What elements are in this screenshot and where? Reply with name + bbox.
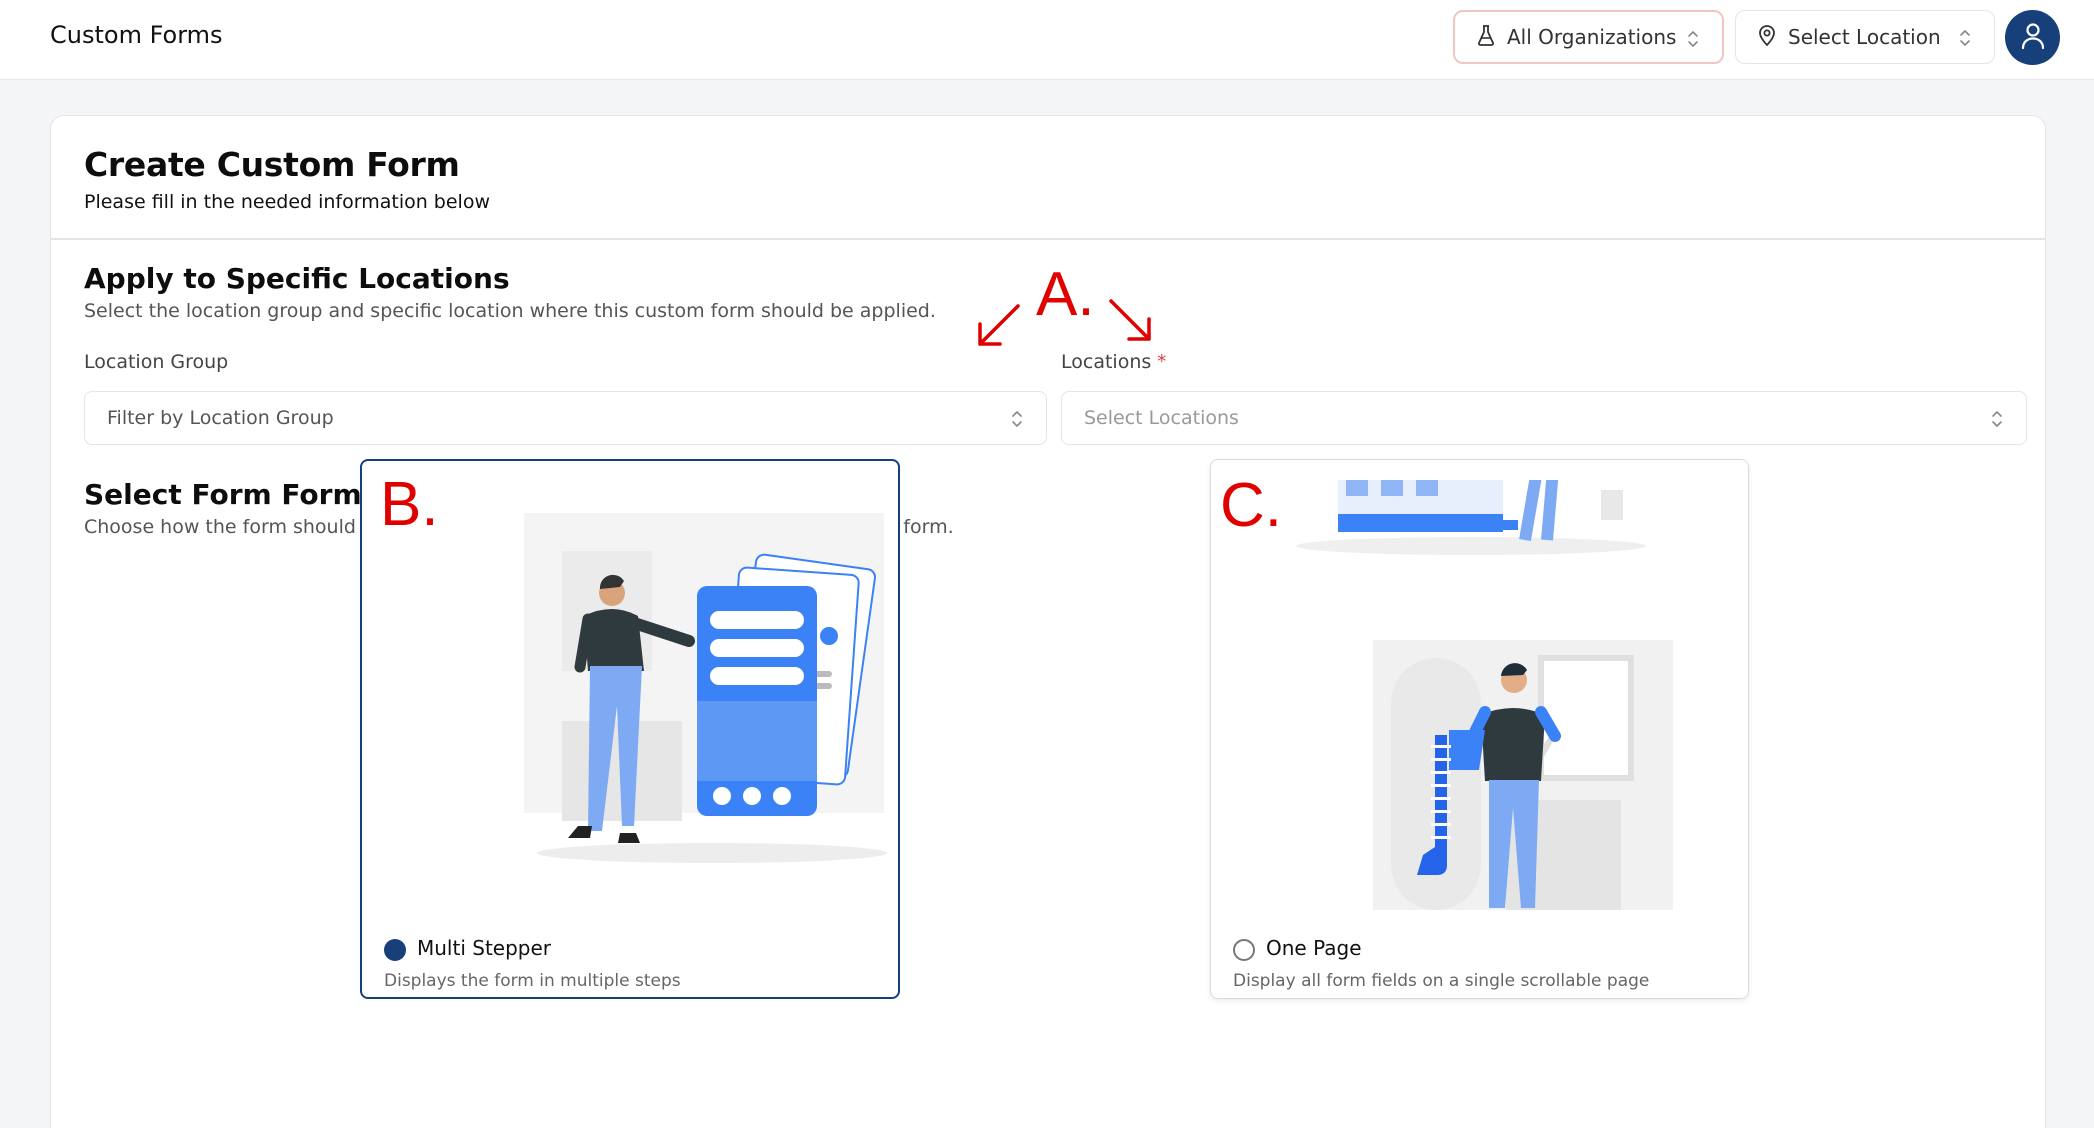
flask-icon <box>1477 24 1495 51</box>
top-bar: Custom Forms All Organizations Select Lo… <box>0 0 2094 80</box>
one-page-title: One Page <box>1266 936 1362 960</box>
required-indicator: * <box>1157 351 1167 372</box>
annotation-c: C. <box>1220 471 1282 540</box>
divider <box>51 238 2045 240</box>
annotation-arrow-right-icon <box>1105 295 1157 351</box>
one-page-illustration <box>1281 480 1681 920</box>
page-title: Create Custom Form <box>84 145 460 184</box>
multi-stepper-title: Multi Stepper <box>417 936 552 960</box>
location-group-placeholder: Filter by Location Group <box>107 407 334 429</box>
map-pin-icon <box>1758 24 1776 51</box>
annotation-arrow-left-icon <box>972 300 1024 356</box>
chevron-up-down-icon <box>1990 408 2004 435</box>
user-avatar-button[interactable] <box>2005 10 2060 65</box>
location-select[interactable]: Select Location <box>1735 10 1995 64</box>
organization-select[interactable]: All Organizations <box>1453 10 1724 64</box>
one-page-description: Display all form fields on a single scro… <box>1233 971 1650 991</box>
locations-section-description: Select the location group and specific l… <box>84 300 936 322</box>
chevron-up-down-icon <box>1686 28 1700 55</box>
locations-placeholder: Select Locations <box>1084 407 1239 429</box>
format-section-title: Select Form Format <box>84 478 394 511</box>
annotation-a: A. <box>1036 260 1095 329</box>
locations-label-text: Locations <box>1061 351 1152 373</box>
chevron-up-down-icon <box>1958 27 1972 54</box>
location-group-select[interactable]: Filter by Location Group <box>84 391 1047 445</box>
one-page-option[interactable]: C. One Page Display all form fields on a… <box>1210 459 1749 999</box>
multi-stepper-illustration <box>522 501 892 881</box>
multi-stepper-option[interactable]: B. Multi Stepper Displays the form in mu… <box>360 459 900 999</box>
multi-stepper-radio[interactable] <box>384 939 406 961</box>
organization-select-label: All Organizations <box>1507 25 1677 49</box>
locations-select[interactable]: Select Locations <box>1061 391 2027 445</box>
locations-section-title: Apply to Specific Locations <box>84 262 510 295</box>
chevron-up-down-icon <box>1010 408 1024 435</box>
annotation-b: B. <box>380 470 439 539</box>
page-subtitle: Please fill in the needed information be… <box>84 191 491 213</box>
location-select-label: Select Location <box>1788 25 1941 49</box>
user-icon <box>2020 22 2046 54</box>
locations-label: Locations * <box>1061 351 1166 373</box>
app-title: Custom Forms <box>50 21 223 49</box>
multi-stepper-description: Displays the form in multiple steps <box>384 971 681 991</box>
one-page-radio[interactable] <box>1233 939 1255 961</box>
location-group-label: Location Group <box>84 351 229 373</box>
